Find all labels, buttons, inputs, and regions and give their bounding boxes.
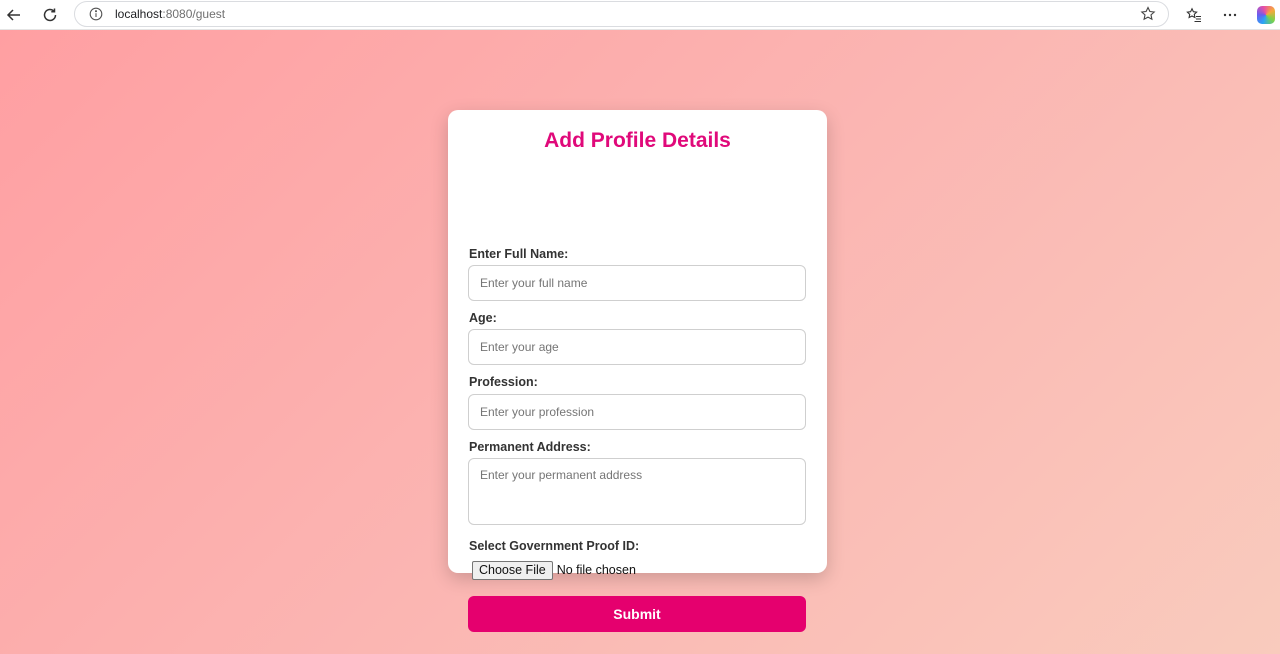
- more-dots-icon: [1223, 13, 1237, 17]
- info-icon[interactable]: [89, 7, 103, 21]
- reload-button[interactable]: [39, 4, 61, 26]
- more-options-button[interactable]: [1219, 4, 1241, 26]
- reload-icon: [43, 8, 57, 22]
- address-label: Permanent Address:: [469, 440, 591, 454]
- url-text[interactable]: localhost:8080/guest: [115, 7, 225, 21]
- copilot-icon: [1257, 6, 1275, 24]
- favorite-star-icon[interactable]: [1140, 6, 1156, 22]
- file-status: No file chosen: [556, 563, 636, 577]
- submit-button[interactable]: Submit: [468, 596, 806, 632]
- full-name-input[interactable]: [468, 265, 806, 301]
- address-textarea[interactable]: [468, 458, 806, 525]
- age-label: Age:: [469, 311, 497, 325]
- page-background: Add Profile Details Enter Full Name: Age…: [0, 30, 1280, 654]
- profile-form-card: Add Profile Details Enter Full Name: Age…: [448, 110, 827, 632]
- file-picker: Choose File No file chosen: [472, 560, 636, 580]
- arrow-left-icon: [6, 9, 20, 21]
- back-button[interactable]: [3, 4, 25, 26]
- favorites-button[interactable]: [1183, 4, 1205, 26]
- full-name-label: Enter Full Name:: [469, 247, 569, 261]
- url-host: localhost: [115, 7, 163, 21]
- browser-toolbar: localhost:8080/guest: [0, 0, 1280, 30]
- choose-file-button[interactable]: Choose File: [472, 560, 553, 580]
- profession-label: Profession:: [469, 375, 538, 389]
- age-input[interactable]: [468, 329, 806, 365]
- profession-input[interactable]: [468, 394, 806, 430]
- address-bar[interactable]: localhost:8080/guest: [74, 1, 1169, 27]
- copilot-button[interactable]: [1255, 4, 1277, 26]
- url-path: :8080/guest: [162, 7, 226, 21]
- proof-id-label: Select Government Proof ID:: [469, 539, 640, 553]
- form-title: Add Profile Details: [544, 129, 731, 152]
- favorites-list-icon: [1186, 7, 1201, 23]
